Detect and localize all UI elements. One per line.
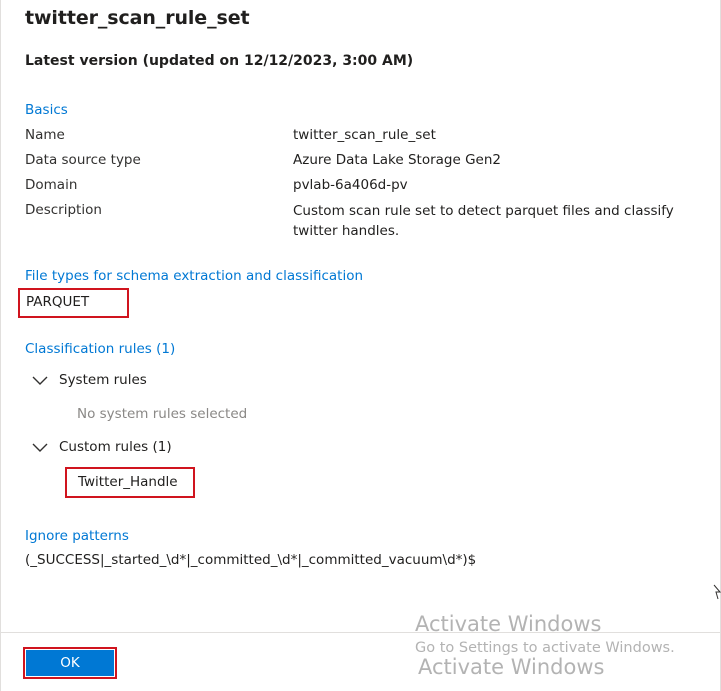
file-type-value: PARQUET	[26, 294, 90, 310]
mouse-cursor-icon	[713, 584, 721, 600]
custom-rules-label: Custom rules (1)	[59, 439, 172, 455]
ok-button[interactable]: OK	[26, 650, 114, 676]
name-value: twitter_scan_rule_set	[293, 127, 436, 143]
ignore-patterns-heading: Ignore patterns	[25, 528, 129, 544]
no-system-rules-text: No system rules selected	[77, 406, 248, 422]
file-types-heading: File types for schema extraction and cla…	[25, 268, 364, 284]
footer-divider	[0, 632, 721, 633]
chevron-down-icon	[32, 376, 48, 385]
system-rules-label: System rules	[59, 372, 147, 388]
description-value: Custom scan rule set to detect parquet f…	[293, 203, 674, 239]
version-heading: Latest version (updated on 12/12/2023, 3…	[25, 53, 414, 69]
panel-title: twitter_scan_rule_set	[25, 7, 250, 29]
description-label: Description	[25, 202, 102, 218]
panel-left-border	[0, 0, 1, 691]
name-label: Name	[25, 127, 65, 143]
custom-rule-item: Twitter_Handle	[78, 474, 178, 490]
scan-rule-set-panel: twitter_scan_rule_set Latest version (up…	[0, 0, 721, 691]
ignore-patterns-value: (_SUCCESS|_started_\d*|_committed_\d*|_c…	[25, 552, 477, 568]
activate-windows-watermark: Activate Windows	[415, 612, 602, 636]
chevron-down-icon	[32, 443, 48, 452]
classification-rules-heading: Classification rules (1)	[25, 341, 176, 357]
activate-windows-watermark-overlay: Activate Windows	[418, 655, 605, 679]
data-source-type-label: Data source type	[25, 152, 141, 168]
data-source-type-value: Azure Data Lake Storage Gen2	[293, 152, 502, 168]
basics-heading: Basics	[25, 102, 68, 118]
domain-value: pvlab-6a406d-pv	[293, 177, 408, 193]
activate-windows-subtext: Go to Settings to activate Windows.	[415, 640, 675, 656]
domain-label: Domain	[25, 177, 78, 193]
